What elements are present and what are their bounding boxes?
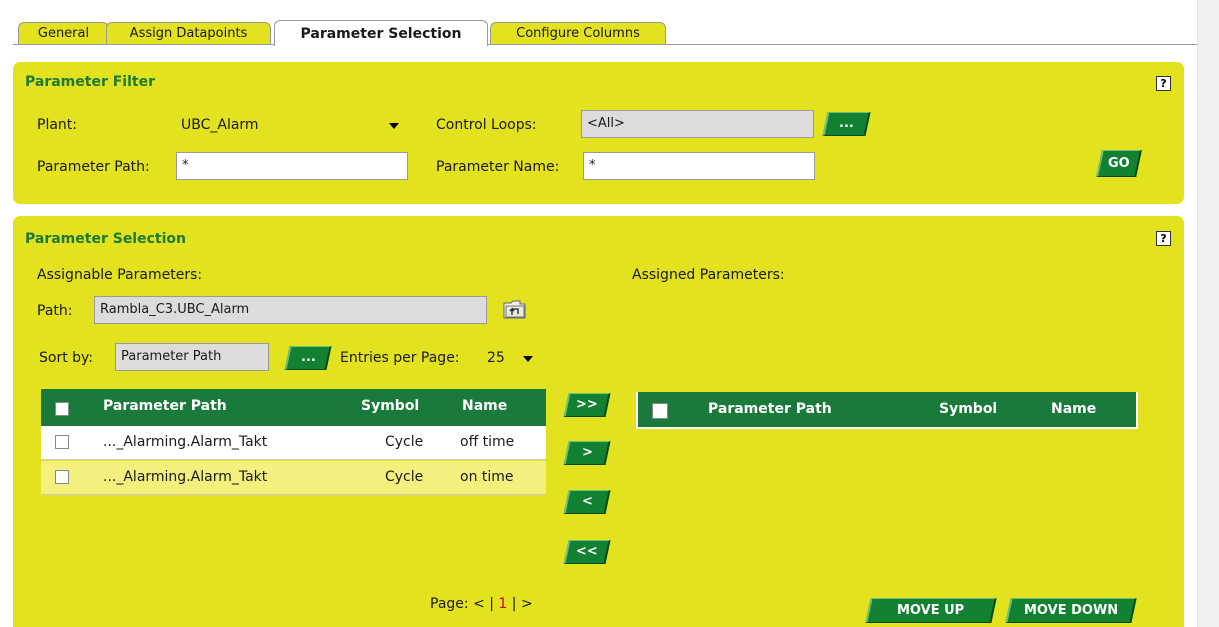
parameter-path-label: Parameter Path: bbox=[37, 159, 150, 175]
row-name: off time bbox=[460, 434, 515, 450]
entries-per-page-label: Entries per Page: bbox=[340, 350, 460, 366]
parameter-filter-title: Parameter Filter bbox=[25, 74, 155, 90]
prev-page-link[interactable]: < bbox=[473, 596, 485, 612]
remove-all-label: << bbox=[576, 544, 598, 559]
remove-label: < bbox=[581, 494, 593, 509]
tab-underline bbox=[13, 44, 1197, 45]
plant-select-value: UBC_Alarm bbox=[181, 117, 259, 133]
pagination: Page: < | 1 | > bbox=[430, 596, 533, 612]
page-separator: | bbox=[489, 596, 494, 612]
tab-assign-datapoints[interactable]: Assign Datapoints bbox=[106, 22, 271, 45]
table-row[interactable]: ..._Alarming.Alarm_Takt Cycle on time bbox=[41, 461, 546, 495]
row-symbol: Cycle bbox=[385, 469, 424, 485]
assigned-parameters-label: Assigned Parameters: bbox=[632, 267, 785, 283]
row-symbol: Cycle bbox=[385, 434, 424, 450]
page-label: Page: bbox=[430, 596, 469, 612]
sort-by-browse-button[interactable]: ... bbox=[284, 346, 332, 370]
remove-button[interactable]: < bbox=[563, 490, 611, 514]
help-icon[interactable]: ? bbox=[1156, 76, 1171, 91]
table-header: Parameter Path Symbol Name bbox=[41, 389, 546, 426]
path-label: Path: bbox=[37, 303, 73, 319]
add-all-label: >> bbox=[576, 397, 598, 412]
move-up-label: MOVE UP bbox=[897, 603, 965, 618]
sort-by-field[interactable]: Parameter Path bbox=[115, 343, 269, 371]
column-header-name[interactable]: Name bbox=[1051, 401, 1096, 417]
parameter-selection-title: Parameter Selection bbox=[25, 231, 186, 247]
control-loops-browse-button[interactable]: ... bbox=[822, 112, 871, 136]
parameter-name-input[interactable]: * bbox=[583, 152, 815, 180]
tab-general[interactable]: General bbox=[18, 22, 109, 45]
current-page-link[interactable]: 1 bbox=[498, 596, 507, 612]
entries-per-page-value: 25 bbox=[487, 350, 505, 366]
plant-select[interactable]: UBC_Alarm bbox=[181, 111, 411, 139]
table-row[interactable]: ..._Alarming.Alarm_Takt Cycle off time bbox=[41, 426, 546, 460]
go-button[interactable]: GO bbox=[1096, 150, 1142, 177]
add-all-button[interactable]: >> bbox=[563, 393, 611, 417]
folder-up-icon[interactable] bbox=[502, 298, 528, 320]
plant-label: Plant: bbox=[37, 117, 77, 133]
assignable-parameters-label: Assignable Parameters: bbox=[37, 267, 203, 283]
move-down-button[interactable]: MOVE DOWN bbox=[1005, 598, 1137, 623]
tab-configure-columns[interactable]: Configure Columns bbox=[490, 22, 666, 45]
assignable-parameters-table: Parameter Path Symbol Name ..._Alarming.… bbox=[41, 389, 546, 499]
column-header-name[interactable]: Name bbox=[462, 398, 507, 414]
remove-all-button[interactable]: << bbox=[563, 540, 611, 564]
help-icon[interactable]: ? bbox=[1156, 231, 1171, 246]
row-name: on time bbox=[460, 469, 514, 485]
tab-parameter-selection[interactable]: Parameter Selection bbox=[274, 20, 488, 46]
row-checkbox[interactable] bbox=[55, 435, 69, 449]
entries-per-page-select[interactable]: 25 bbox=[487, 344, 537, 372]
row-parameter-path: ..._Alarming.Alarm_Takt bbox=[103, 434, 268, 450]
assigned-parameters-table: Parameter Path Symbol Name bbox=[636, 392, 1138, 429]
table-header: Parameter Path Symbol Name bbox=[636, 392, 1138, 429]
browse-button-label: ... bbox=[839, 116, 854, 131]
move-up-button[interactable]: MOVE UP bbox=[865, 598, 997, 623]
select-all-checkbox[interactable] bbox=[652, 403, 668, 419]
add-button[interactable]: > bbox=[563, 441, 611, 465]
sort-by-label: Sort by: bbox=[39, 350, 94, 366]
scrollbar-track[interactable] bbox=[1197, 0, 1219, 627]
go-button-label: GO bbox=[1108, 156, 1130, 171]
add-label: > bbox=[581, 445, 593, 460]
chevron-down-icon bbox=[523, 356, 533, 362]
move-down-label: MOVE DOWN bbox=[1023, 603, 1119, 618]
next-page-link[interactable]: > bbox=[521, 596, 533, 612]
column-header-parameter-path[interactable]: Parameter Path bbox=[103, 398, 227, 414]
parameter-name-label: Parameter Name: bbox=[436, 159, 560, 175]
page-separator: | bbox=[511, 596, 517, 612]
control-loops-label: Control Loops: bbox=[436, 117, 537, 133]
column-header-symbol[interactable]: Symbol bbox=[939, 401, 997, 417]
parameter-selection-panel: Parameter Selection ? Assignable Paramet… bbox=[13, 216, 1184, 627]
browse-button-label: ... bbox=[300, 350, 316, 365]
select-all-checkbox[interactable] bbox=[55, 402, 69, 416]
chevron-down-icon bbox=[389, 123, 399, 129]
row-parameter-path: ..._Alarming.Alarm_Takt bbox=[103, 469, 268, 485]
column-header-parameter-path[interactable]: Parameter Path bbox=[708, 401, 832, 417]
column-header-symbol[interactable]: Symbol bbox=[361, 398, 419, 414]
path-field[interactable]: Rambla_C3.UBC_Alarm bbox=[94, 296, 487, 324]
row-checkbox[interactable] bbox=[55, 470, 69, 484]
control-loops-field[interactable]: <All> bbox=[581, 110, 814, 138]
parameter-filter-panel: Parameter Filter ? Plant: UBC_Alarm Cont… bbox=[13, 62, 1184, 204]
parameter-path-input[interactable]: * bbox=[176, 152, 408, 180]
